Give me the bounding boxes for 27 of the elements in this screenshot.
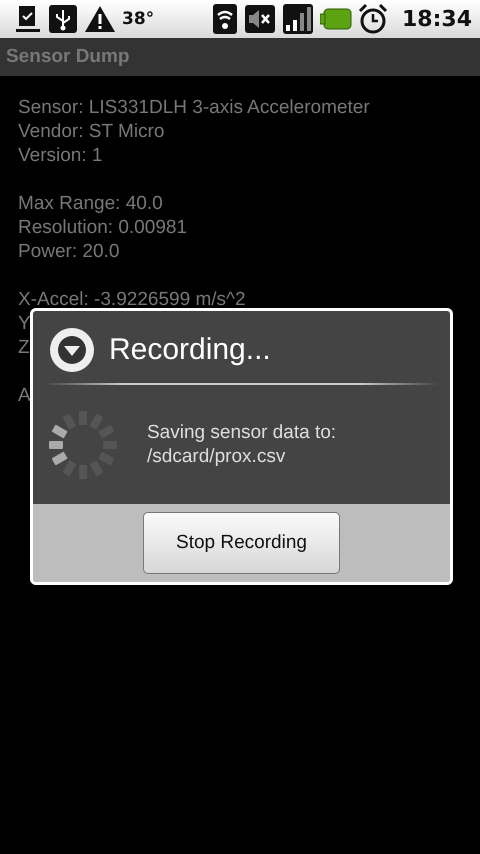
sensor-info-text: A: [18, 384, 31, 408]
sensor-info-text: Power: 20.0: [18, 240, 120, 264]
download-done-icon: [14, 4, 42, 34]
stop-recording-button[interactable]: Stop Recording: [143, 512, 340, 574]
mute-icon: [244, 4, 276, 34]
dialog-message: Saving sensor data to:: [147, 420, 336, 444]
clock-time: 18:34: [402, 6, 472, 32]
sensor-info-text: X-Accel: -3.9226599 m/s^2: [18, 288, 246, 312]
battery-icon: [320, 8, 352, 30]
usb-icon: [48, 4, 78, 34]
dialog-message: /sdcard/prox.csv: [147, 444, 286, 468]
wifi-icon: [212, 3, 238, 35]
dropdown-circle-icon: [49, 327, 95, 373]
sensor-info-text: Version: 1: [18, 144, 102, 168]
sensor-info-text: Max Range: 40.0: [18, 192, 163, 216]
sensor-info-text: Y: [18, 312, 31, 336]
sensor-info-text: Resolution: 0.00981: [18, 216, 188, 240]
signal-icon: [282, 3, 314, 35]
alarm-clock-icon: [358, 3, 388, 35]
sensor-info-text: Vendor: ST Micro: [18, 120, 164, 144]
loading-spinner-icon: [47, 408, 119, 480]
app-title: Sensor Dump: [6, 46, 130, 68]
sensor-info-text: Sensor: LIS331DLH 3-axis Accelerometer: [18, 96, 370, 120]
sensor-info-text: Z: [18, 336, 30, 360]
dialog-title: Recording...: [109, 333, 271, 367]
temperature-text: 38°: [122, 9, 154, 29]
warning-icon: [84, 4, 116, 34]
